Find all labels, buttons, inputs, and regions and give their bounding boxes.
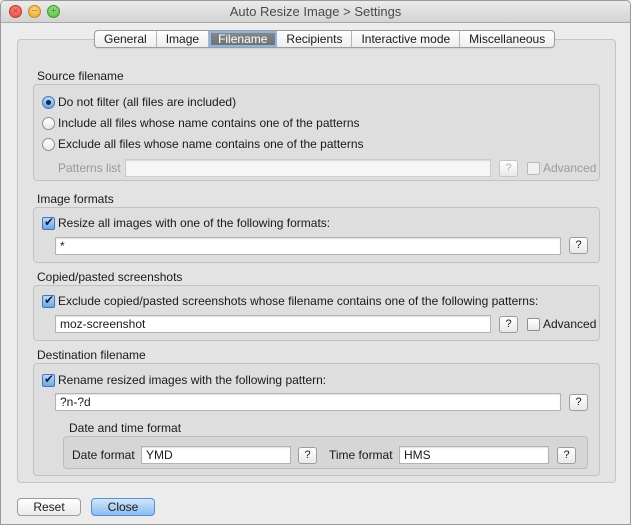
minimize-icon: − <box>31 6 38 17</box>
radio-exclude-patterns-control[interactable] <box>42 137 55 151</box>
exclude-screenshots-label: Exclude copied/pasted screenshots whose … <box>58 294 539 308</box>
close-window-button[interactable]: × <box>9 5 22 18</box>
source-advanced-checkbox-control[interactable] <box>527 161 540 175</box>
radio-include-patterns[interactable]: Include all files whose name contains on… <box>42 116 360 130</box>
destination-title: Destination filename <box>37 348 146 362</box>
tab-filename[interactable]: Filename <box>209 31 278 47</box>
minimize-window-button[interactable]: − <box>28 5 41 18</box>
source-filename-title: Source filename <box>37 69 124 83</box>
tab-miscellaneous[interactable]: Miscellaneous <box>460 31 554 47</box>
time-format-field[interactable]: HMS <box>399 446 549 464</box>
screenshots-help-button[interactable]: ? <box>499 316 518 333</box>
tab-bar: General Image Filename Recipients Intera… <box>94 30 556 48</box>
date-format-label: Date format <box>72 448 135 462</box>
close-icon: × <box>12 6 19 17</box>
tab-general[interactable]: General <box>95 31 157 47</box>
source-advanced-label: Advanced <box>543 161 597 175</box>
resize-formats-checkbox[interactable]: Resize all images with one of the follow… <box>42 215 331 230</box>
tab-image[interactable]: Image <box>157 31 210 47</box>
screenshots-advanced-checkbox[interactable]: Advanced <box>527 317 596 331</box>
screenshots-title: Copied/pasted screenshots <box>37 270 183 284</box>
reset-button[interactable]: Reset <box>17 498 81 516</box>
image-formats-title: Image formats <box>37 192 114 206</box>
date-format-field[interactable]: YMD <box>141 446 291 464</box>
tab-interactive-mode[interactable]: Interactive mode <box>352 31 461 47</box>
formats-help-button[interactable]: ? <box>569 237 588 254</box>
screenshots-pattern-field[interactable]: moz-screenshot <box>55 315 491 333</box>
close-button[interactable]: Close <box>91 498 155 516</box>
radio-do-not-filter-control[interactable] <box>42 95 55 109</box>
screenshots-advanced-checkbox-control[interactable] <box>527 317 540 331</box>
radio-do-not-filter-label: Do not filter (all files are included) <box>58 95 237 109</box>
exclude-screenshots-checkbox[interactable]: Exclude copied/pasted screenshots whose … <box>42 293 539 308</box>
rename-pattern-field[interactable]: ?n-?d <box>55 393 561 411</box>
patterns-help-button[interactable]: ? <box>499 160 518 177</box>
rename-checkbox-control[interactable] <box>42 372 55 387</box>
radio-include-patterns-label: Include all files whose name contains on… <box>58 116 360 130</box>
date-format-help-button[interactable]: ? <box>298 447 317 464</box>
time-format-help-button[interactable]: ? <box>557 447 576 464</box>
rename-label: Rename resized images with the following… <box>58 373 327 387</box>
patterns-list-label: Patterns list <box>58 161 121 175</box>
source-advanced-checkbox[interactable]: Advanced <box>527 161 596 175</box>
screenshots-advanced-label: Advanced <box>543 317 597 331</box>
zoom-icon: + <box>50 6 57 17</box>
settings-window: × − + Auto Resize Image > Settings Gener… <box>0 0 631 525</box>
window-title: Auto Resize Image > Settings <box>229 4 402 19</box>
rename-help-button[interactable]: ? <box>569 394 588 411</box>
patterns-list-field[interactable] <box>125 159 491 177</box>
formats-field[interactable]: * <box>55 237 561 255</box>
exclude-screenshots-checkbox-control[interactable] <box>42 293 55 308</box>
title-bar[interactable]: × − + Auto Resize Image > Settings <box>1 1 630 23</box>
radio-exclude-patterns-label: Exclude all files whose name contains on… <box>58 137 364 151</box>
radio-exclude-patterns[interactable]: Exclude all files whose name contains on… <box>42 137 364 151</box>
time-format-label: Time format <box>329 448 393 462</box>
tab-recipients[interactable]: Recipients <box>277 31 353 47</box>
radio-do-not-filter[interactable]: Do not filter (all files are included) <box>42 95 236 109</box>
resize-formats-checkbox-control[interactable] <box>42 215 55 230</box>
rename-checkbox[interactable]: Rename resized images with the following… <box>42 372 327 387</box>
resize-formats-label: Resize all images with one of the follow… <box>58 216 331 230</box>
radio-include-patterns-control[interactable] <box>42 116 55 130</box>
zoom-window-button[interactable]: + <box>47 5 60 18</box>
datetime-title: Date and time format <box>69 421 182 435</box>
